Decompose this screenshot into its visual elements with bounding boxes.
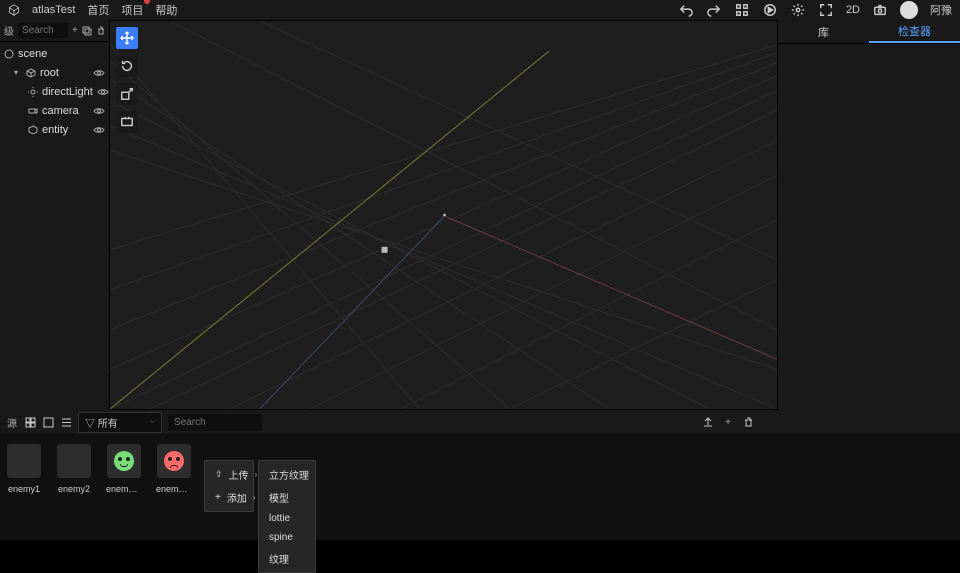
hierarchy-header-icon: 级 bbox=[4, 25, 14, 36]
ctx-item[interactable]: lottie bbox=[259, 509, 315, 528]
tab-inspector[interactable]: 检查器 bbox=[869, 20, 960, 43]
view-grid-icon[interactable] bbox=[24, 417, 36, 428]
assets-panel: 源 ▽ 所有⌵ + enemy1 enemy2 enemys… enemys… … bbox=[0, 410, 960, 540]
undo-icon[interactable] bbox=[678, 2, 694, 18]
hierarchy-node[interactable]: entity bbox=[0, 120, 109, 139]
hierarchy-node[interactable]: camera bbox=[0, 101, 109, 120]
asset-item[interactable]: enemy1 bbox=[6, 444, 42, 494]
fullscreen-icon[interactable] bbox=[818, 2, 834, 18]
camera-node-icon bbox=[28, 106, 38, 116]
ctx-item[interactable]: 模型 bbox=[259, 486, 315, 509]
settings-icon[interactable] bbox=[790, 2, 806, 18]
project-name[interactable]: atlasTest bbox=[32, 4, 75, 16]
view-large-icon[interactable] bbox=[42, 417, 54, 428]
move-tool[interactable] bbox=[116, 27, 138, 49]
add-asset-icon[interactable]: + bbox=[722, 417, 734, 428]
delete-asset-icon[interactable] bbox=[742, 417, 754, 428]
visibility-icon[interactable] bbox=[97, 86, 109, 97]
inspector-panel: 库 检查器 bbox=[778, 20, 960, 410]
ctx-add[interactable]: +添加› bbox=[205, 486, 253, 509]
notification-badge bbox=[144, 0, 150, 4]
rotate-tool[interactable] bbox=[116, 55, 138, 77]
scale-tool[interactable] bbox=[116, 83, 138, 105]
visibility-icon[interactable] bbox=[93, 124, 105, 135]
app-logo-icon bbox=[8, 4, 20, 16]
hierarchy-node-scene[interactable]: scene bbox=[0, 44, 109, 63]
context-menu-primary: ⇧上传› +添加› bbox=[204, 460, 254, 512]
asset-item[interactable]: enemy2 bbox=[56, 444, 92, 494]
menu-project[interactable]: 项目 bbox=[121, 2, 143, 18]
rect-tool[interactable] bbox=[116, 111, 138, 133]
redo-icon[interactable] bbox=[706, 2, 722, 18]
hierarchy-node[interactable]: directLight bbox=[0, 82, 109, 101]
ctx-item[interactable]: spine bbox=[259, 528, 315, 547]
ctx-item[interactable]: 纹理 bbox=[259, 547, 315, 570]
light-icon bbox=[28, 87, 38, 97]
hierarchy-search-input[interactable] bbox=[18, 23, 68, 38]
camera-snapshot-icon[interactable] bbox=[872, 2, 888, 18]
context-menu-submenu: 立方纹理 模型 lottie spine 纹理 bbox=[258, 460, 316, 573]
clone-node-icon[interactable] bbox=[82, 25, 92, 36]
ctx-item[interactable]: 立方纹理 bbox=[259, 463, 315, 486]
assets-header-icon: 源 bbox=[6, 417, 18, 428]
view-list-icon[interactable] bbox=[60, 417, 72, 428]
asset-search-input[interactable] bbox=[168, 414, 262, 431]
play-icon[interactable] bbox=[762, 2, 778, 18]
ctx-upload[interactable]: ⇧上传› bbox=[205, 463, 253, 486]
username[interactable]: 阿豫 bbox=[930, 2, 952, 18]
asset-filter-dropdown[interactable]: ▽ 所有⌵ bbox=[78, 412, 162, 433]
asset-item[interactable]: enemys… bbox=[156, 444, 192, 494]
upload-icon[interactable] bbox=[702, 417, 714, 428]
tab-library[interactable]: 库 bbox=[778, 20, 869, 43]
visibility-icon[interactable] bbox=[93, 105, 105, 116]
user-avatar[interactable] bbox=[900, 1, 918, 19]
asset-item[interactable]: enemys… bbox=[106, 444, 142, 494]
hierarchy-panel: 级 + scene ▾ root directLight bbox=[0, 20, 109, 410]
menu-home[interactable]: 首页 bbox=[87, 2, 109, 18]
menu-help[interactable]: 帮助 bbox=[155, 2, 177, 18]
scene-icon bbox=[4, 49, 14, 59]
top-bar: atlasTest 首页 项目 帮助 2D 阿豫 bbox=[0, 0, 960, 20]
cube-icon bbox=[26, 68, 36, 78]
caret-down-icon[interactable]: ▾ bbox=[14, 68, 22, 77]
hierarchy-node-root[interactable]: ▾ root bbox=[0, 63, 109, 82]
add-node-icon[interactable]: + bbox=[72, 25, 78, 36]
delete-node-icon[interactable] bbox=[96, 25, 106, 36]
visibility-icon[interactable] bbox=[93, 67, 105, 78]
entity-icon bbox=[28, 125, 38, 135]
viewport-tools bbox=[116, 27, 138, 133]
mode-2d-toggle[interactable]: 2D bbox=[846, 4, 860, 16]
grid-snap-icon[interactable] bbox=[734, 2, 750, 18]
viewport-3d[interactable] bbox=[109, 20, 778, 410]
